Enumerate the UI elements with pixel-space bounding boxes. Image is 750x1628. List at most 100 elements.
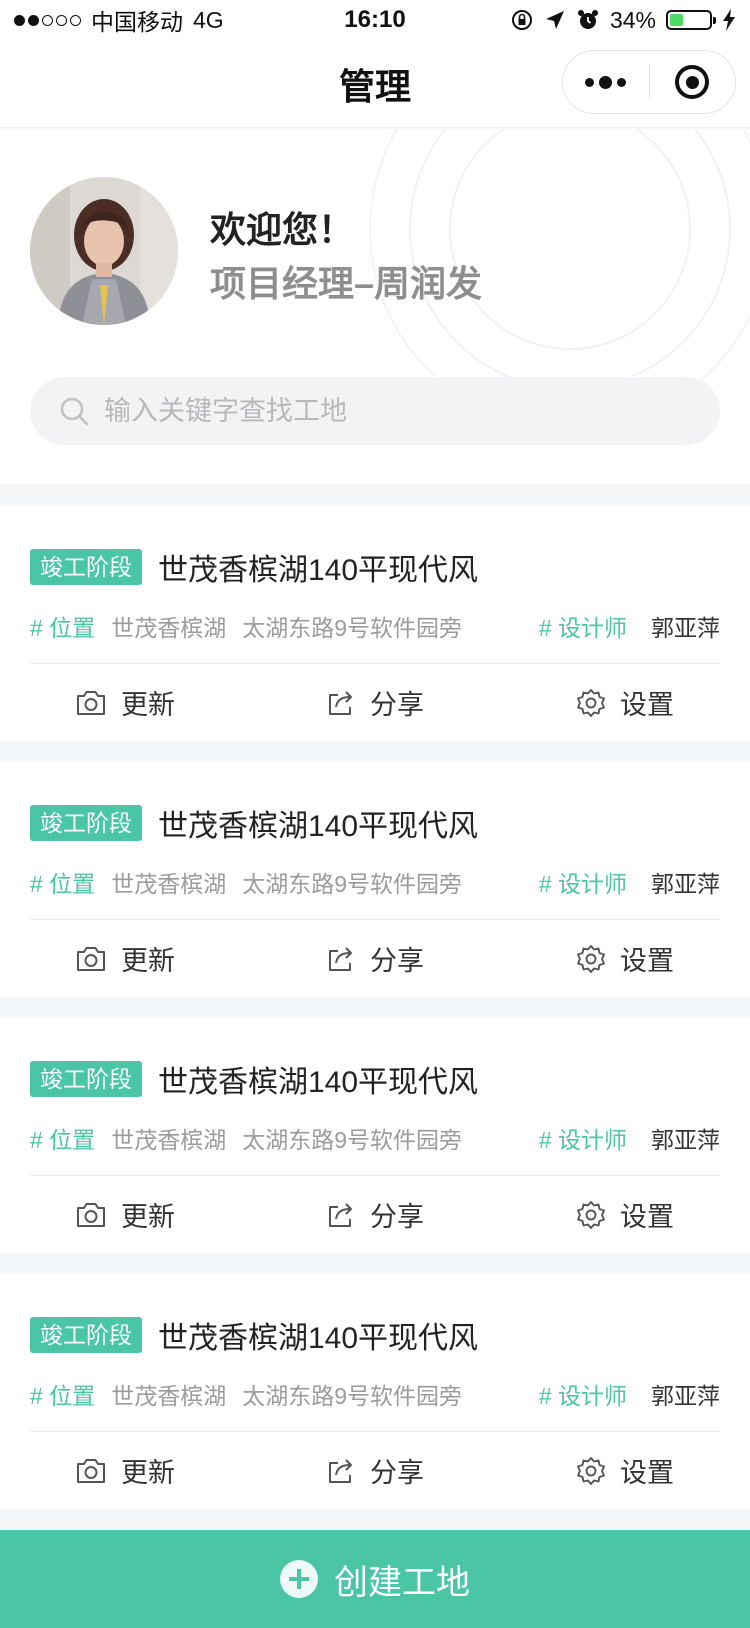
camera-icon bbox=[77, 1458, 105, 1483]
camera-icon bbox=[77, 946, 105, 971]
signal-strength-icon bbox=[14, 14, 81, 26]
update-button[interactable]: 更新 bbox=[0, 1432, 250, 1509]
more-dots-icon bbox=[585, 75, 627, 89]
site-meta-row: # 位置 世茂香槟湖 太湖东路9号软件园旁 # 设计师 郭亚萍 bbox=[30, 1121, 720, 1155]
site-card-1[interactable]: 竣工阶段 世茂香槟湖140平现代风 # 位置 世茂香槟湖 太湖东路9号软件园旁 … bbox=[0, 505, 750, 741]
card-actions: 更新 分享 设置 bbox=[0, 920, 750, 997]
settings-label: 设置 bbox=[620, 946, 674, 976]
battery-percent: 34% bbox=[609, 6, 656, 33]
create-site-button[interactable]: 创建工地 bbox=[0, 1530, 750, 1628]
page-title: 管理 bbox=[338, 65, 411, 107]
card-actions: 更新 分享 设置 bbox=[0, 664, 750, 741]
create-site-label: 创建工地 bbox=[334, 1563, 470, 1602]
gear-icon bbox=[577, 688, 605, 717]
search-bar[interactable] bbox=[30, 377, 720, 445]
profile-header: 欢迎您！ 项目经理–周润发 bbox=[0, 129, 750, 484]
charging-bolt-icon bbox=[723, 9, 735, 31]
close-miniprogram-button[interactable] bbox=[650, 51, 736, 113]
site-title[interactable]: 世茂香槟湖140平现代风 bbox=[158, 1057, 478, 1101]
target-icon bbox=[675, 65, 710, 99]
stage-badge: 竣工阶段 bbox=[30, 1061, 142, 1097]
gear-icon bbox=[577, 1456, 605, 1485]
settings-label: 设置 bbox=[620, 690, 674, 720]
status-time: 16:10 bbox=[344, 6, 406, 33]
camera-icon bbox=[77, 1202, 105, 1227]
user-role-name: 项目经理–周润发 bbox=[210, 263, 483, 304]
designer-name: 郭亚萍 bbox=[651, 615, 720, 641]
share-button[interactable]: 分享 bbox=[250, 920, 500, 997]
location-tag: # 位置 bbox=[30, 1383, 96, 1409]
site-address: 太湖东路9号软件园旁 bbox=[242, 1127, 462, 1153]
card-title-row: 竣工阶段 世茂香槟湖140平现代风 bbox=[30, 1057, 478, 1101]
site-card-4[interactable]: 竣工阶段 世茂香槟湖140平现代风 # 位置 世茂香槟湖 太湖东路9号软件园旁 … bbox=[0, 1273, 750, 1509]
location-tag: # 位置 bbox=[30, 1127, 96, 1153]
card-title-row: 竣工阶段 世茂香槟湖140平现代风 bbox=[30, 1313, 478, 1357]
alarm-icon bbox=[577, 10, 598, 29]
avatar[interactable] bbox=[30, 177, 178, 325]
settings-button[interactable]: 设置 bbox=[500, 1176, 750, 1253]
settings-label: 设置 bbox=[620, 1458, 674, 1488]
carrier-name: 中国移动 bbox=[91, 9, 183, 35]
location-name: 世茂香槟湖 bbox=[111, 615, 227, 641]
miniprogram-capsule bbox=[562, 50, 736, 114]
settings-button[interactable]: 设置 bbox=[500, 1432, 750, 1509]
share-label: 分享 bbox=[370, 690, 424, 720]
rotation-lock-icon bbox=[511, 10, 532, 30]
site-address: 太湖东路9号软件园旁 bbox=[242, 871, 462, 897]
location-name: 世茂香槟湖 bbox=[111, 1383, 227, 1409]
share-label: 分享 bbox=[370, 946, 424, 976]
update-button[interactable]: 更新 bbox=[0, 664, 250, 741]
status-bar: 中国移动 4G 16:10 34% bbox=[0, 0, 750, 40]
avatar-portrait-image bbox=[30, 177, 178, 325]
card-actions: 更新 分享 设置 bbox=[0, 1176, 750, 1253]
site-card-3[interactable]: 竣工阶段 世茂香槟湖140平现代风 # 位置 世茂香槟湖 太湖东路9号软件园旁 … bbox=[0, 1017, 750, 1253]
location-tag: # 位置 bbox=[30, 871, 96, 897]
card-title-row: 竣工阶段 世茂香槟湖140平现代风 bbox=[30, 801, 478, 845]
update-button[interactable]: 更新 bbox=[0, 1176, 250, 1253]
site-title[interactable]: 世茂香槟湖140平现代风 bbox=[158, 545, 478, 589]
navigation-bar: 管理 bbox=[0, 40, 750, 128]
search-icon bbox=[60, 397, 89, 426]
more-menu-button[interactable] bbox=[563, 51, 649, 113]
site-card-2[interactable]: 竣工阶段 世茂香槟湖140平现代风 # 位置 世茂香槟湖 太湖东路9号软件园旁 … bbox=[0, 761, 750, 997]
share-label: 分享 bbox=[370, 1458, 424, 1488]
designer-name: 郭亚萍 bbox=[651, 1383, 720, 1409]
designer-tag: # 设计师 bbox=[538, 1383, 627, 1409]
welcome-text: 欢迎您！ bbox=[210, 209, 355, 250]
designer-name: 郭亚萍 bbox=[651, 1127, 720, 1153]
stage-badge: 竣工阶段 bbox=[30, 1317, 142, 1353]
update-label: 更新 bbox=[121, 946, 175, 976]
share-icon bbox=[329, 690, 352, 715]
location-tag: # 位置 bbox=[30, 615, 96, 641]
site-address: 太湖东路9号软件园旁 bbox=[242, 1383, 462, 1409]
gear-icon bbox=[577, 1200, 605, 1229]
settings-label: 设置 bbox=[620, 1202, 674, 1232]
card-title-row: 竣工阶段 世茂香槟湖140平现代风 bbox=[30, 545, 478, 589]
share-button[interactable]: 分享 bbox=[250, 1176, 500, 1253]
share-button[interactable]: 分享 bbox=[250, 664, 500, 741]
designer-name: 郭亚萍 bbox=[651, 871, 720, 897]
update-button[interactable]: 更新 bbox=[0, 920, 250, 997]
location-name: 世茂香槟湖 bbox=[111, 1127, 227, 1153]
location-arrow-icon bbox=[545, 11, 564, 29]
site-title[interactable]: 世茂香槟湖140平现代风 bbox=[158, 801, 478, 845]
settings-button[interactable]: 设置 bbox=[500, 920, 750, 997]
search-input[interactable] bbox=[104, 395, 664, 427]
network-type: 4G bbox=[193, 6, 224, 33]
share-icon bbox=[329, 946, 352, 971]
update-label: 更新 bbox=[121, 1458, 175, 1488]
settings-button[interactable]: 设置 bbox=[500, 664, 750, 741]
stage-badge: 竣工阶段 bbox=[30, 805, 142, 841]
site-title[interactable]: 世茂香槟湖140平现代风 bbox=[158, 1313, 478, 1357]
share-button[interactable]: 分享 bbox=[250, 1432, 500, 1509]
plus-icon bbox=[280, 1560, 318, 1598]
share-icon bbox=[329, 1202, 352, 1227]
site-meta-row: # 位置 世茂香槟湖 太湖东路9号软件园旁 # 设计师 郭亚萍 bbox=[30, 1377, 720, 1411]
designer-tag: # 设计师 bbox=[538, 615, 627, 641]
site-meta-row: # 位置 世茂香槟湖 太湖东路9号软件园旁 # 设计师 郭亚萍 bbox=[30, 865, 720, 899]
card-actions: 更新 分享 设置 bbox=[0, 1432, 750, 1509]
stage-badge: 竣工阶段 bbox=[30, 549, 142, 585]
location-name: 世茂香槟湖 bbox=[111, 871, 227, 897]
share-icon bbox=[329, 1458, 352, 1483]
update-label: 更新 bbox=[121, 1202, 175, 1232]
